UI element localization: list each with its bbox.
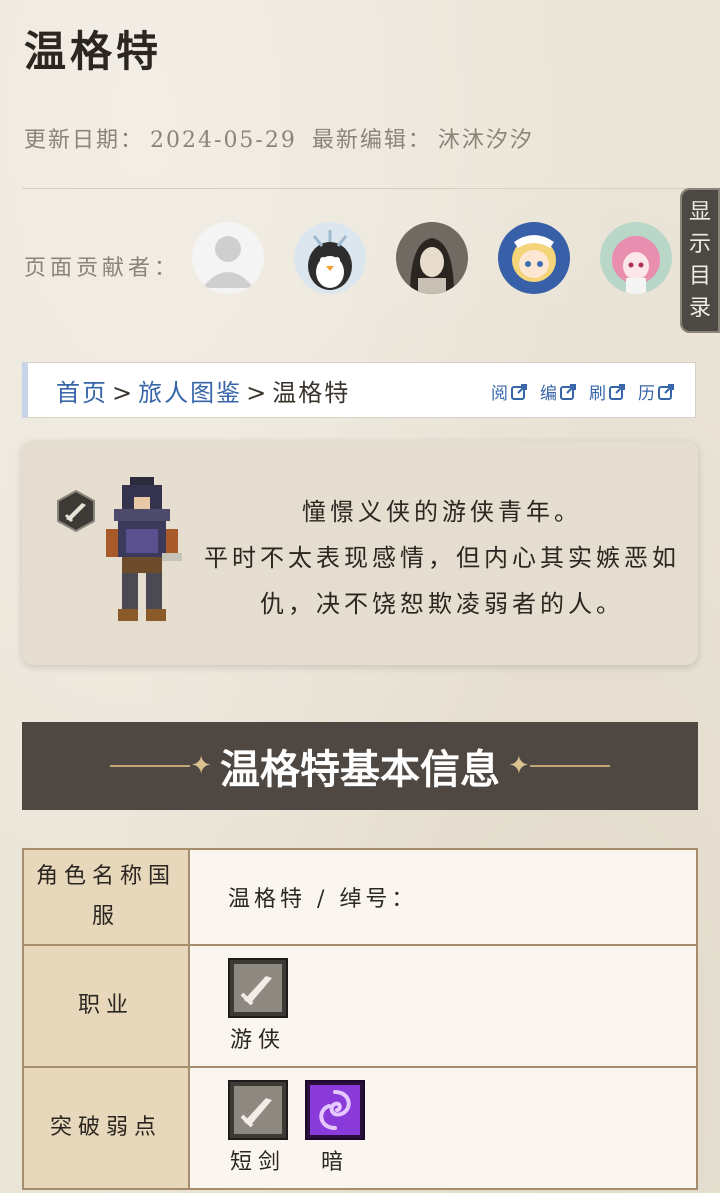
tool-label: 历 <box>638 384 655 404</box>
tool-read-button[interactable]: 阅 <box>491 379 528 404</box>
row-header: 突破弱点 <box>22 1066 190 1190</box>
quote-line: 平时不太表现感情，但内心其实嫉恶如 <box>204 544 680 572</box>
dark-element-icon <box>305 1080 365 1140</box>
tool-label: 阅 <box>491 384 508 404</box>
quote-line: 仇，决不饶恕欺凌弱者的人。 <box>260 590 624 618</box>
page-meta: 更新日期： 2024-05-29 最新编辑： 沐沐汐汐 <box>24 122 540 154</box>
section-banner: ✦ 温格特基本信息 ✦ <box>22 722 698 810</box>
update-date: 2024-05-29 <box>150 128 297 153</box>
external-link-icon <box>560 383 576 400</box>
dagger-icon <box>228 1080 288 1140</box>
character-intro-card: 憧憬义侠的游侠青年。 平时不太表现感情，但内心其实嫉恶如 仇，决不饶恕欺凌弱者的… <box>22 441 698 665</box>
table-row: 职业 游侠 <box>22 944 698 1068</box>
contributor-avatar[interactable] <box>294 222 366 294</box>
contributors-label: 页面贡献者： <box>24 256 181 281</box>
row-value: 游侠 <box>188 944 698 1068</box>
page-title: 温格特 <box>24 27 163 76</box>
external-link-icon <box>511 383 527 400</box>
contributor-avatar[interactable] <box>600 222 672 294</box>
toc-toggle[interactable]: 显 示 目 录 <box>680 188 720 333</box>
section-title: 温格特基本信息 <box>220 747 500 793</box>
star-ornament-icon: ✦ <box>508 751 530 781</box>
banner-ornament-line <box>110 765 191 767</box>
table-row: 突破弱点 短剑 暗 <box>22 1066 698 1190</box>
tool-refresh-button[interactable]: 刷 <box>589 379 626 404</box>
row-value: 短剑 暗 <box>188 1066 698 1190</box>
star-ornament-icon: ✦ <box>190 751 212 781</box>
breadcrumb-section[interactable]: 旅人图鉴 <box>138 379 242 407</box>
job-entry[interactable]: 游侠 <box>228 958 288 1054</box>
tool-history-button[interactable]: 历 <box>638 379 675 404</box>
table-row: 角色名称国服 温格特 / 绰号： <box>22 848 698 946</box>
breadcrumb-separator: > <box>112 378 135 407</box>
tool-label: 编 <box>540 384 557 404</box>
contributor-avatar[interactable] <box>498 222 570 294</box>
banner-ornament-line <box>529 765 610 767</box>
toc-char: 目 <box>688 263 711 289</box>
character-sprite <box>106 477 182 621</box>
toc-char: 显 <box>688 199 711 225</box>
toc-char: 录 <box>688 295 711 321</box>
dagger-icon <box>228 958 288 1018</box>
row-header: 角色名称国服 <box>22 848 190 946</box>
tool-label: 刷 <box>589 384 606 404</box>
dagger-class-icon <box>57 489 95 533</box>
contributor-avatar[interactable] <box>192 222 264 294</box>
breadcrumb-home[interactable]: 首页 <box>56 379 108 407</box>
row-value: 温格特 / 绰号： <box>188 848 698 946</box>
breadcrumb-current: 温格特 <box>272 378 351 407</box>
contributor-avatar[interactable] <box>396 222 468 294</box>
external-link-icon <box>609 383 625 400</box>
divider <box>22 188 698 189</box>
update-label: 更新日期： <box>24 128 145 153</box>
weakness-entry[interactable]: 短剑 <box>228 1080 288 1176</box>
job-label: 游侠 <box>229 1028 286 1053</box>
weakness-label: 暗 <box>320 1150 349 1175</box>
breadcrumb: 首页 > 旅人图鉴 > 温格特 阅 编 刷 历 <box>22 362 696 418</box>
editor-label: 最新编辑： <box>311 128 432 153</box>
breadcrumb-separator: > <box>246 378 269 407</box>
basic-info-table: 角色名称国服 温格特 / 绰号： 职业 游侠 突破弱点 短剑 暗 <box>22 848 698 1190</box>
tool-edit-button[interactable]: 编 <box>540 379 577 404</box>
quote-line: 憧憬义侠的游侠青年。 <box>302 498 582 526</box>
toc-char: 示 <box>688 231 711 257</box>
page-tools: 阅 编 刷 历 <box>491 379 675 404</box>
external-link-icon <box>658 383 674 400</box>
character-quote: 憧憬义侠的游侠青年。 平时不太表现感情，但内心其实嫉恶如 仇，决不饶恕欺凌弱者的… <box>202 489 682 627</box>
row-header: 职业 <box>22 944 190 1068</box>
editor-name[interactable]: 沐沐汐汐 <box>438 128 534 153</box>
weakness-entry[interactable]: 暗 <box>305 1080 365 1176</box>
weakness-label: 短剑 <box>229 1150 286 1175</box>
